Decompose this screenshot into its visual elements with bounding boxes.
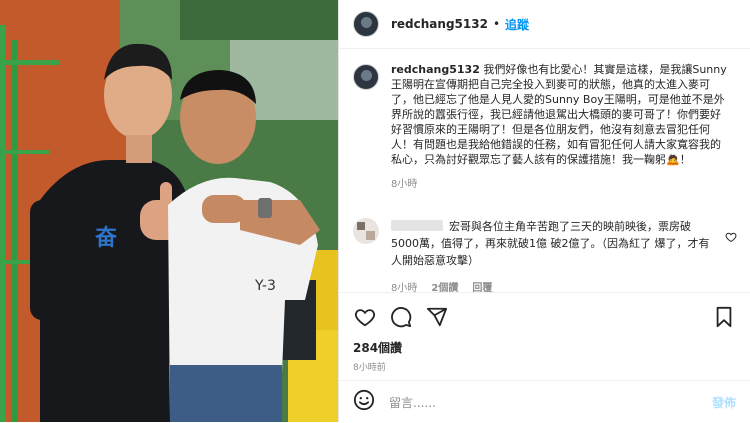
caption: redchang5132 我們好像也有比愛心！其實是這樣，是我讓Sunny王陽明… <box>353 62 737 190</box>
author-username[interactable]: redchang5132 <box>391 17 488 31</box>
svg-text:奋: 奋 <box>94 226 118 251</box>
commenter-avatar[interactable] <box>353 218 379 244</box>
caption-time: 8小時 <box>391 179 418 190</box>
commenter-username-redacted[interactable] <box>391 220 443 231</box>
likes-count[interactable]: 284個讚 <box>353 339 750 356</box>
post-header: redchang5132 • 追蹤 <box>339 0 750 49</box>
comment-icon[interactable] <box>389 305 413 329</box>
emoji-icon[interactable] <box>353 389 375 415</box>
photo-illustration: 奋 Y-3 <box>0 0 338 422</box>
post-detail-panel: redchang5132 • 追蹤 redchang5132 我們好像也有比愛心… <box>338 0 750 422</box>
post-photo[interactable]: 奋 Y-3 <box>0 0 338 422</box>
comment-text-block: 宏哥與各位主角辛苦跑了三天的映前映後，票房破5000萬，值得了，再來就破1億 破… <box>391 218 711 269</box>
share-icon[interactable] <box>425 305 449 329</box>
post-comment-button[interactable]: 發佈 <box>712 394 736 411</box>
post-time: 8小時前 <box>353 363 386 373</box>
svg-text:Y-3: Y-3 <box>254 278 276 294</box>
add-comment-bar: 留言...... 發佈 <box>339 380 750 423</box>
caption-text-block: redchang5132 我們好像也有比愛心！其實是這樣，是我讓Sunny王陽明… <box>391 62 731 167</box>
action-icons <box>339 293 750 341</box>
heart-icon[interactable] <box>353 305 377 329</box>
separator-dot: • <box>492 17 501 31</box>
comment-item: 宏哥與各位主角辛苦跑了三天的映前映後，票房破5000萬，值得了，再來就破1億 破… <box>353 218 737 294</box>
caption-text: 我們好像也有比愛心！其實是這樣，是我讓Sunny王陽明在宣傳期把自己完全投入到麥… <box>391 63 727 166</box>
instagram-post: 奋 Y-3 redchang5132 • 追蹤 redchang5132 我們好… <box>0 0 750 422</box>
comment-heart-icon[interactable] <box>725 228 737 247</box>
comment-input[interactable]: 留言...... <box>389 394 712 411</box>
caption-username[interactable]: redchang5132 <box>391 63 480 76</box>
bookmark-icon[interactable] <box>712 305 736 329</box>
post-actions: 284個讚 8小時前 <box>339 292 750 373</box>
follow-button[interactable]: 追蹤 <box>505 16 529 33</box>
caption-avatar[interactable] <box>353 64 379 90</box>
author-avatar[interactable] <box>353 11 379 37</box>
